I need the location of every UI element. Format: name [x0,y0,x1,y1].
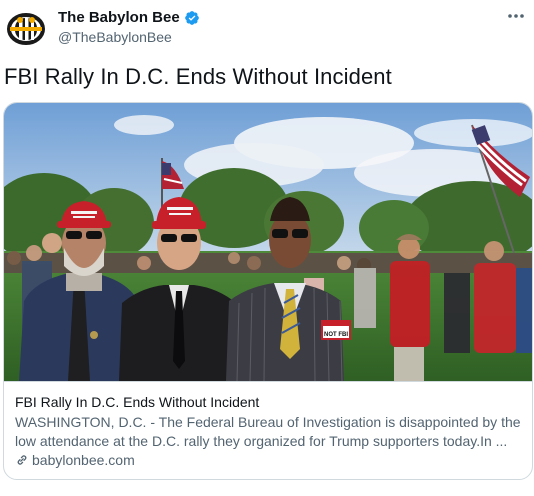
card-domain[interactable]: babylonbee.com [15,452,135,468]
card-image[interactable]: NOT FBI [4,103,532,381]
tweet-header: The Babylon Bee @TheBabylonBee [0,0,534,52]
account-display-name[interactable]: The Babylon Bee [58,9,180,26]
card-title[interactable]: FBI Rally In D.C. Ends Without Incident [15,394,259,410]
tweet-text: FBI Rally In D.C. Ends Without Incident [4,64,392,89]
babylon-bee-logo-avatar[interactable] [6,8,46,48]
card-divider [4,381,532,382]
card-description: WASHINGTON, D.C. - The Federal Bureau of… [15,414,521,449]
more-icon[interactable] [504,6,528,26]
verified-badge-icon [184,10,199,25]
link-icon [17,455,27,465]
link-card[interactable]: NOT FBI FBI Rally In D.C. Ends Without I… [3,102,533,480]
name-tag-text: NOT FBI [324,332,348,338]
card-domain-text: babylonbee.com [32,452,135,468]
account-handle[interactable]: @TheBabylonBee [58,29,172,45]
